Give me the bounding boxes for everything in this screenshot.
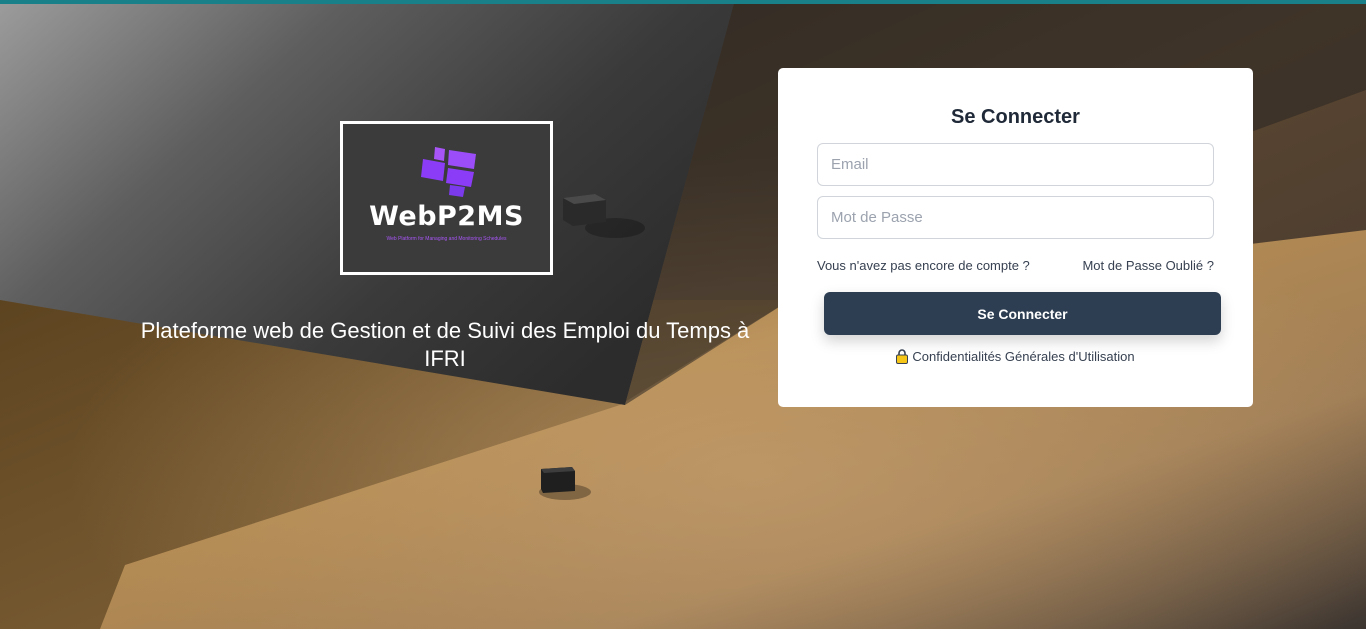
logo-name: WebP2MS <box>369 201 524 232</box>
top-accent-strip <box>0 0 1366 4</box>
logo-box: WebP2MS Web Platform for Managing and Mo… <box>340 121 553 275</box>
login-card: Se Connecter Vous n'avez pas encore de c… <box>778 68 1253 407</box>
lock-icon <box>896 349 909 364</box>
platform-headline: Plateforme web de Gestion et de Suivi de… <box>140 318 750 371</box>
login-title: Se Connecter <box>951 106 1080 128</box>
login-page: WebP2MS Web Platform for Managing and Mo… <box>0 0 1366 629</box>
terms-row: Confidentialités Générales d'Utilisation <box>778 349 1253 364</box>
terms-link[interactable]: Confidentialités Générales d'Utilisation <box>912 349 1134 364</box>
password-input[interactable] <box>817 196 1214 239</box>
logo-tagline: Web Platform for Managing and Monitoring… <box>386 236 507 242</box>
forgot-password-link[interactable]: Mot de Passe Oublié ? <box>1082 258 1214 273</box>
login-button[interactable]: Se Connecter <box>824 292 1221 335</box>
logo-mark-icon <box>421 147 476 197</box>
register-link[interactable]: Vous n'avez pas encore de compte ? <box>817 258 1030 273</box>
email-input[interactable] <box>817 143 1214 186</box>
